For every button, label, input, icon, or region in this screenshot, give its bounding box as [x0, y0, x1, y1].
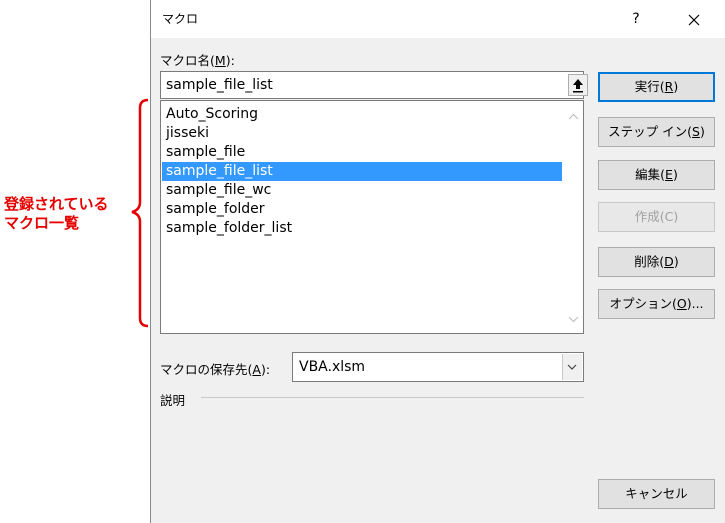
scroll-down-icon[interactable]	[568, 316, 579, 323]
scroll-up-icon[interactable]	[568, 113, 579, 120]
macro-dialog: マクロ ? マクロ名(M): sample_file_list Auto_Sco…	[150, 0, 725, 523]
title-bar: マクロ ?	[151, 0, 725, 38]
macro-name-value[interactable]: sample_file_list	[166, 77, 273, 93]
macro-name-input[interactable]: sample_file_list	[160, 71, 588, 99]
cancel-button[interactable]: キャンセル	[598, 479, 715, 509]
store-location-select[interactable]: VBA.xlsm	[292, 352, 584, 382]
list-item[interactable]: Auto_Scoring	[162, 105, 562, 124]
macro-list[interactable]: Auto_Scoring jisseki sample_file sample_…	[160, 100, 584, 334]
arrow-up-icon	[573, 79, 583, 93]
list-item[interactable]: sample_folder	[162, 200, 562, 219]
macro-list-items: Auto_Scoring jisseki sample_file sample_…	[162, 105, 562, 238]
list-item[interactable]: sample_file_wc	[162, 181, 562, 200]
dialog-title: マクロ	[162, 12, 199, 26]
description-divider	[201, 397, 584, 398]
options-button[interactable]: オプション(O)...	[598, 289, 715, 319]
annotation-bracket	[131, 98, 149, 328]
store-location-value: VBA.xlsm	[299, 359, 366, 375]
chevron-down-icon	[567, 364, 577, 370]
run-button[interactable]: 実行(R)	[598, 72, 715, 102]
dropdown-button[interactable]	[562, 354, 582, 380]
list-item[interactable]: jisseki	[162, 124, 562, 143]
help-button[interactable]: ?	[624, 7, 648, 31]
annotation-line-1: 登録されている	[4, 195, 109, 213]
close-icon[interactable]	[682, 8, 706, 32]
list-item-selected[interactable]: sample_file_list	[162, 162, 562, 181]
list-item[interactable]: sample_file	[162, 143, 562, 162]
description-label: 説明	[160, 393, 186, 408]
store-location-label: マクロの保存先(A):	[160, 362, 271, 377]
macro-name-label: マクロ名(M):	[160, 53, 235, 68]
list-scrollbar[interactable]	[564, 101, 583, 333]
annotation-line-2: マクロ一覧	[4, 214, 80, 232]
step-into-button[interactable]: ステップ イン(S)	[598, 117, 715, 147]
annotation-label: 登録されている マクロ一覧	[4, 195, 144, 233]
create-button: 作成(C)	[598, 202, 715, 232]
delete-button[interactable]: 削除(D)	[598, 247, 715, 277]
collapse-button[interactable]	[568, 74, 588, 96]
edit-button[interactable]: 編集(E)	[598, 160, 715, 190]
list-item[interactable]: sample_folder_list	[162, 219, 562, 238]
